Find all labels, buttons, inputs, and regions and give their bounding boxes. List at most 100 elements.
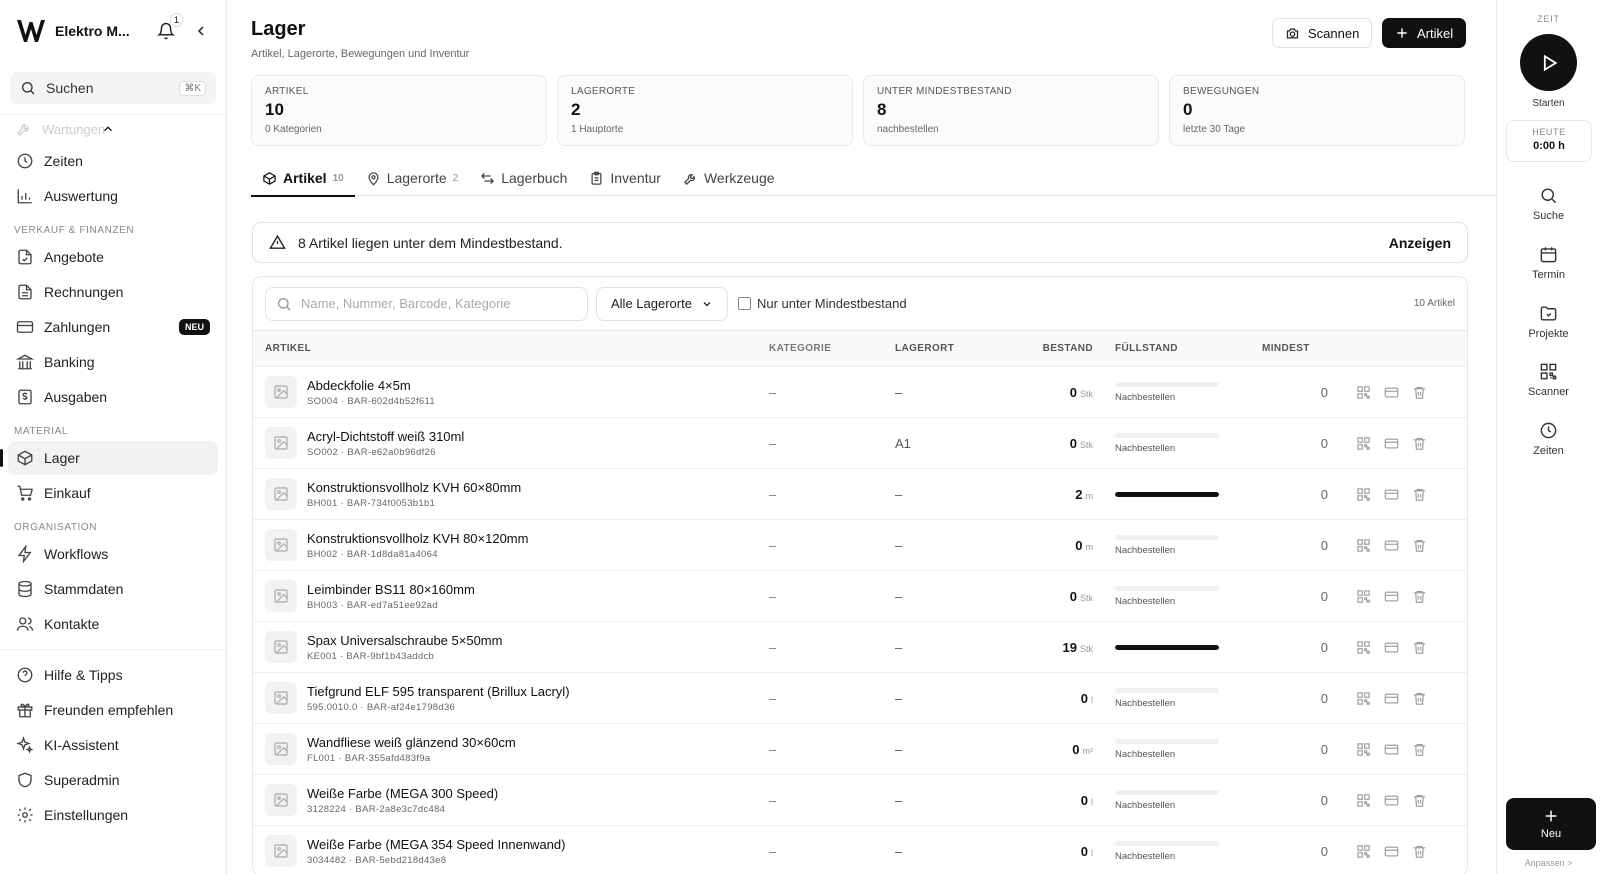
sidebar-item-banking[interactable]: Banking (8, 345, 218, 379)
image-placeholder-icon[interactable] (265, 835, 297, 867)
delete-icon[interactable] (1412, 793, 1427, 808)
tab-lagerbuch[interactable]: Lagerbuch (469, 160, 578, 196)
label-card-icon[interactable] (1384, 385, 1399, 400)
delete-icon[interactable] (1412, 589, 1427, 604)
image-placeholder-icon[interactable] (265, 631, 297, 663)
col-artikel[interactable]: ARTIKEL (253, 343, 765, 354)
checkbox-box[interactable] (738, 297, 751, 310)
qr-code-icon[interactable] (1356, 640, 1371, 655)
sidebar-item-workflows[interactable]: Workflows (8, 537, 218, 571)
delete-icon[interactable] (1412, 436, 1427, 451)
table-row[interactable]: Acryl-Dichtstoff weiß 310ml SO002 · BAR-e… (253, 418, 1467, 469)
delete-icon[interactable] (1412, 538, 1427, 553)
rail-item-scanner[interactable]: Scanner (1497, 362, 1600, 398)
col-fuellstand[interactable]: FÜLLSTAND (1093, 343, 1256, 354)
col-kategorie[interactable]: KATEGORIE (765, 343, 891, 354)
table-row[interactable]: Abdeckfolie 4×5m SO004 · BAR-602d4b52f611… (253, 367, 1467, 418)
sidebar-item-auswertung[interactable]: Auswertung (8, 179, 218, 213)
article-search-input[interactable]: Name, Nummer, Barcode, Kategorie (265, 286, 588, 321)
delete-icon[interactable] (1412, 844, 1427, 859)
sidebar-item-stammdaten[interactable]: Stammdaten (8, 572, 218, 606)
article-name[interactable]: Weiße Farbe (MEGA 354 Speed Innenwand) (307, 837, 565, 852)
rail-item-termin[interactable]: Termin (1497, 245, 1600, 281)
table-row[interactable]: Wandfliese weiß glänzend 30×60cm FL001 · … (253, 724, 1467, 775)
rail-item-suche[interactable]: Suche (1497, 186, 1600, 222)
article-name[interactable]: Leimbinder BS11 80×160mm (307, 582, 475, 597)
rail-item-zeiten[interactable]: Zeiten (1497, 421, 1600, 457)
delete-icon[interactable] (1412, 640, 1427, 655)
collapse-sidebar-button[interactable] (193, 23, 209, 39)
image-placeholder-icon[interactable] (265, 580, 297, 612)
sidebar-item-hilfe[interactable]: Hilfe & Tipps (8, 658, 218, 692)
article-name[interactable]: Konstruktionsvollholz KVH 80×120mm (307, 531, 528, 546)
tab-lagerorte[interactable]: Lagerorte 2 (355, 160, 470, 196)
article-name[interactable]: Weiße Farbe (MEGA 300 Speed) (307, 786, 498, 801)
sidebar-item-kontakte[interactable]: Kontakte (8, 607, 218, 641)
qr-code-icon[interactable] (1356, 589, 1371, 604)
sidebar-item-lager[interactable]: Lager (0, 441, 218, 475)
article-name[interactable]: Spax Universalschraube 5×50mm (307, 633, 502, 648)
image-placeholder-icon[interactable] (265, 478, 297, 510)
scan-button[interactable]: Scannen (1272, 18, 1373, 48)
image-placeholder-icon[interactable] (265, 427, 297, 459)
table-row[interactable]: Spax Universalschraube 5×50mm KE001 · BAR… (253, 622, 1467, 673)
image-placeholder-icon[interactable] (265, 784, 297, 816)
delete-icon[interactable] (1412, 691, 1427, 706)
customize-link[interactable]: Anpassen > (1497, 858, 1600, 868)
sidebar-search[interactable]: Suchen ⌘K (10, 72, 216, 104)
article-name[interactable]: Konstruktionsvollholz KVH 60×80mm (307, 480, 521, 495)
label-card-icon[interactable] (1384, 691, 1399, 706)
logo-icon[interactable] (16, 18, 46, 44)
image-placeholder-icon[interactable] (265, 733, 297, 765)
label-card-icon[interactable] (1384, 436, 1399, 451)
delete-icon[interactable] (1412, 385, 1427, 400)
sidebar-item-einstellungen[interactable]: Einstellungen (8, 798, 218, 832)
qr-code-icon[interactable] (1356, 793, 1371, 808)
col-lagerort[interactable]: LAGERORT (891, 343, 993, 354)
sidebar-item-superadmin[interactable]: Superadmin (8, 763, 218, 797)
table-row[interactable]: Weiße Farbe (MEGA 300 Speed) 3128224 · BA… (253, 775, 1467, 826)
sidebar-item-ausgaben[interactable]: Ausgaben (8, 380, 218, 414)
qr-code-icon[interactable] (1356, 436, 1371, 451)
sidebar-item-ki-assistent[interactable]: KI-Assistent (8, 728, 218, 762)
qr-code-icon[interactable] (1356, 742, 1371, 757)
qr-code-icon[interactable] (1356, 385, 1371, 400)
article-name[interactable]: Wandfliese weiß glänzend 30×60cm (307, 735, 516, 750)
table-row[interactable]: Konstruktionsvollholz KVH 80×120mm BH002 … (253, 520, 1467, 571)
article-name[interactable]: Abdeckfolie 4×5m (307, 378, 435, 393)
article-name[interactable]: Acryl-Dichtstoff weiß 310ml (307, 429, 464, 444)
label-card-icon[interactable] (1384, 844, 1399, 859)
sidebar-item-zahlungen[interactable]: Zahlungen NEU (8, 310, 218, 344)
image-placeholder-icon[interactable] (265, 529, 297, 561)
label-card-icon[interactable] (1384, 589, 1399, 604)
col-mindest[interactable]: MINDEST (1256, 343, 1328, 354)
location-select[interactable]: Alle Lagerorte (596, 286, 728, 321)
table-row[interactable]: Leimbinder BS11 80×160mm BH003 · BAR-ed7a… (253, 571, 1467, 622)
label-card-icon[interactable] (1384, 742, 1399, 757)
qr-code-icon[interactable] (1356, 487, 1371, 502)
image-placeholder-icon[interactable] (265, 682, 297, 714)
col-bestand[interactable]: BESTAND (993, 343, 1093, 354)
label-card-icon[interactable] (1384, 538, 1399, 553)
sidebar-item-freunden[interactable]: Freunden empfehlen (8, 693, 218, 727)
sidebar-item-zeiten[interactable]: Zeiten (8, 144, 218, 178)
sidebar-item-angebote[interactable]: Angebote (8, 240, 218, 274)
article-name[interactable]: Tiefgrund ELF 595 transparent (Brillux L… (307, 684, 570, 699)
delete-icon[interactable] (1412, 742, 1427, 757)
qr-code-icon[interactable] (1356, 691, 1371, 706)
sidebar-item-rechnungen[interactable]: Rechnungen (8, 275, 218, 309)
qr-code-icon[interactable] (1356, 538, 1371, 553)
delete-icon[interactable] (1412, 487, 1427, 502)
tab-inventur[interactable]: Inventur (578, 160, 672, 196)
tab-artikel[interactable]: Artikel 10 (251, 160, 355, 197)
add-article-button[interactable]: Artikel (1382, 18, 1467, 48)
sidebar-item-wartungen[interactable]: Wartungen (0, 115, 226, 143)
label-card-icon[interactable] (1384, 487, 1399, 502)
table-row[interactable]: Weiße Farbe (MEGA 354 Speed Innenwand) 30… (253, 826, 1467, 874)
qr-code-icon[interactable] (1356, 844, 1371, 859)
table-row[interactable]: Konstruktionsvollholz KVH 60×80mm BH001 ·… (253, 469, 1467, 520)
image-placeholder-icon[interactable] (265, 376, 297, 408)
label-card-icon[interactable] (1384, 640, 1399, 655)
brand-name[interactable]: Elektro M... (55, 23, 133, 39)
notifications-button[interactable]: 1 (157, 13, 183, 40)
